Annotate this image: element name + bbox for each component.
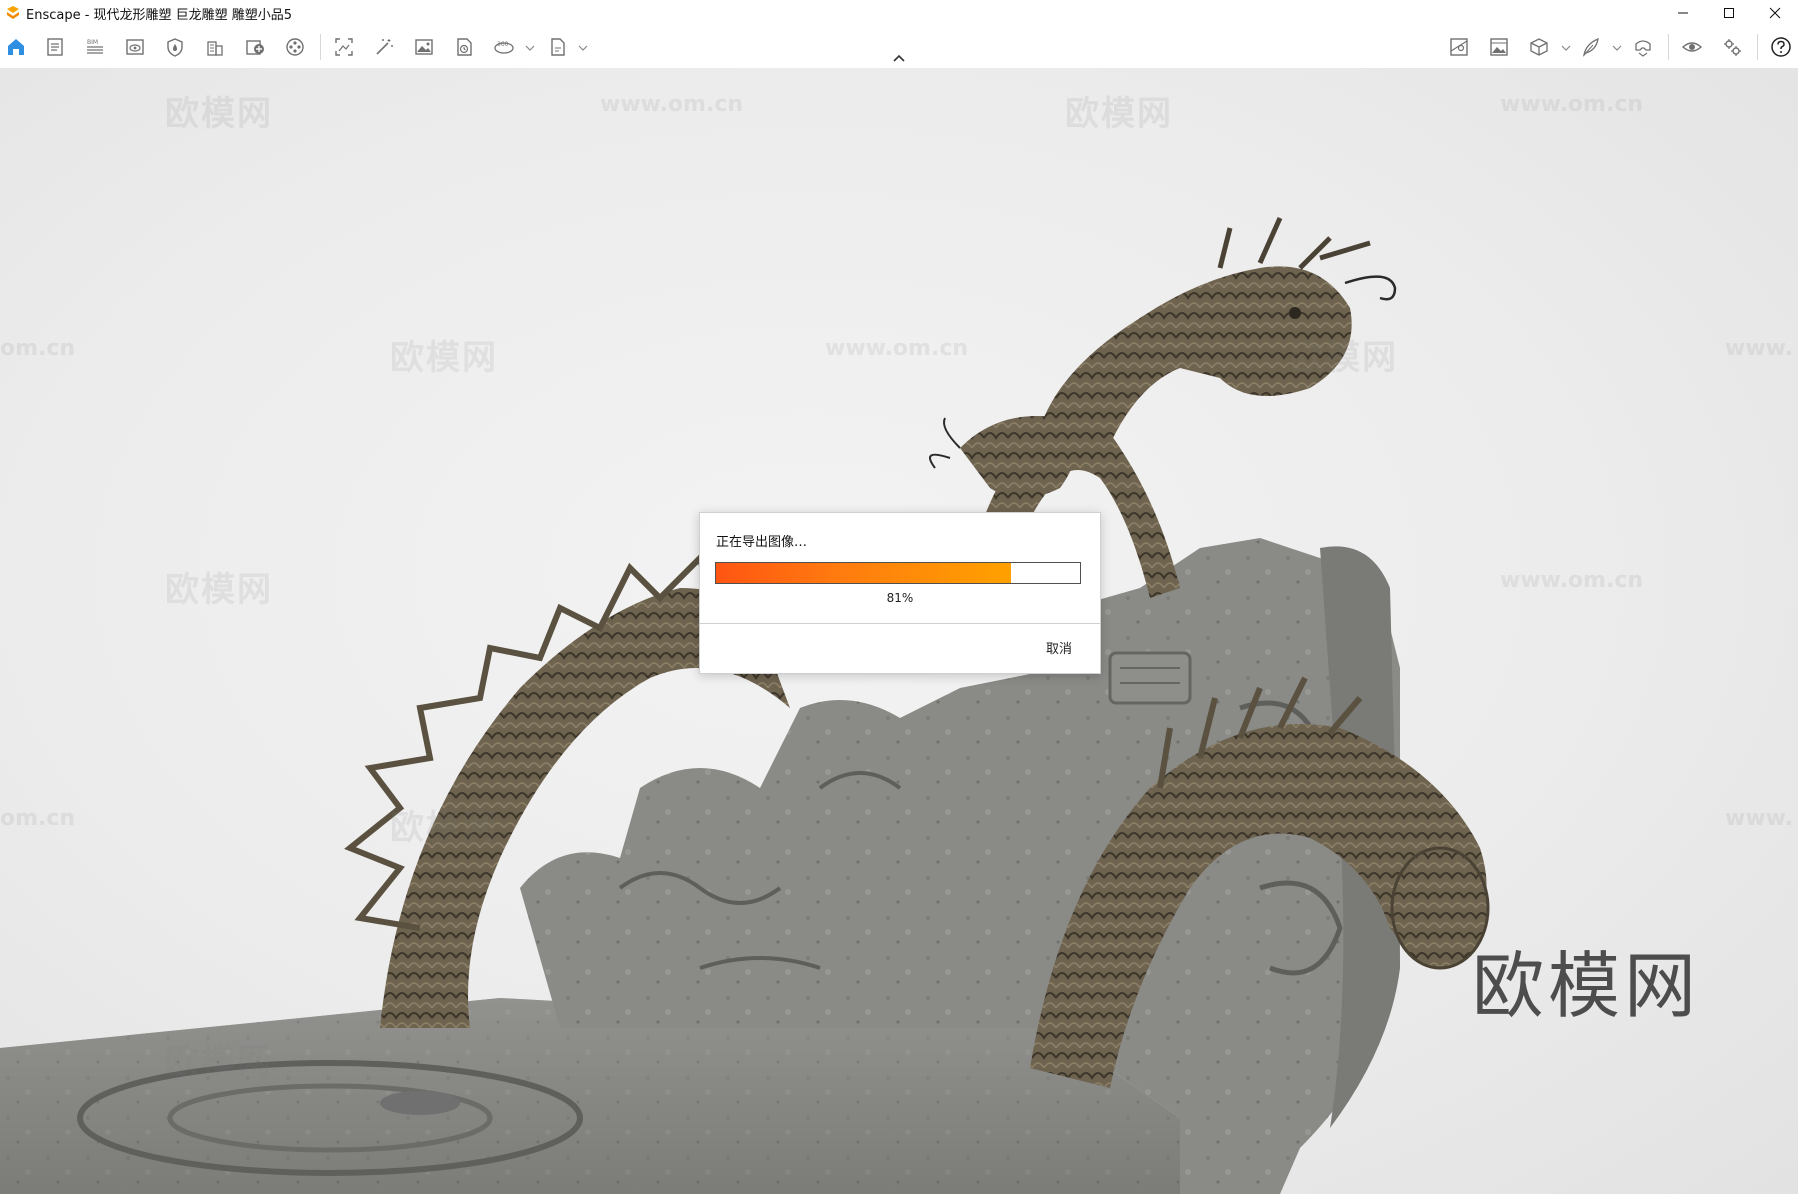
shield-drop-button[interactable] bbox=[162, 35, 188, 59]
home-icon bbox=[8, 39, 24, 55]
progress-fill bbox=[716, 563, 1011, 583]
map-button[interactable] bbox=[1446, 35, 1472, 59]
document-icon bbox=[47, 38, 63, 56]
panorama-dropdown-icon[interactable] bbox=[525, 44, 535, 52]
cube-view-button[interactable] bbox=[1526, 35, 1552, 59]
dialog-title: 正在导出图像… bbox=[716, 535, 808, 550]
view-eye-button[interactable] bbox=[122, 35, 148, 59]
title-bar: Enscape - 现代龙形雕塑 巨龙雕塑 雕塑小品5 bbox=[0, 0, 1798, 26]
bim-button[interactable]: BIM bbox=[82, 35, 108, 59]
building-button[interactable] bbox=[202, 35, 228, 59]
svg-text:BIM: BIM bbox=[87, 39, 98, 46]
enscape-logo-icon bbox=[7, 6, 19, 19]
document-button[interactable] bbox=[42, 35, 68, 59]
cube-dropdown-icon[interactable] bbox=[1561, 44, 1571, 52]
watermark-logo-large: 欧模网 bbox=[1472, 944, 1701, 1028]
panorama-360-button[interactable]: 360 bbox=[491, 35, 517, 59]
view-eye-icon bbox=[126, 39, 144, 55]
maximize-button[interactable] bbox=[1706, 0, 1752, 26]
toolbar-separator bbox=[1668, 34, 1669, 60]
toolbar-separator bbox=[1757, 34, 1758, 60]
batch-render-button[interactable] bbox=[451, 35, 477, 59]
home-button[interactable] bbox=[3, 35, 29, 59]
vr-headset-icon bbox=[1635, 40, 1651, 57]
close-button[interactable] bbox=[1752, 0, 1798, 26]
close-icon bbox=[1769, 7, 1781, 19]
toolbar-separator bbox=[320, 34, 321, 60]
feather-dropdown-icon[interactable] bbox=[1612, 44, 1622, 52]
cancel-button[interactable]: 取消 bbox=[1046, 638, 1072, 657]
minimize-button[interactable] bbox=[1660, 0, 1706, 26]
feather-icon bbox=[1582, 37, 1599, 57]
image-button[interactable] bbox=[411, 35, 437, 59]
help-icon bbox=[1771, 37, 1791, 57]
settings-button[interactable] bbox=[1719, 35, 1745, 59]
window-title: Enscape - 现代龙形雕塑 巨龙雕塑 雕塑小品5 bbox=[26, 7, 293, 23]
bim-icon: BIM bbox=[87, 39, 103, 54]
export-progress-dialog: 正在导出图像… 81% 取消 bbox=[699, 512, 1101, 674]
vr-headset-button[interactable] bbox=[1630, 35, 1656, 59]
progress-percentage: 81% bbox=[886, 591, 914, 605]
building-icon bbox=[207, 41, 223, 56]
video-reel-icon bbox=[286, 38, 304, 56]
svg-text:360: 360 bbox=[497, 41, 509, 48]
video-reel-button[interactable] bbox=[282, 35, 308, 59]
panorama-360-icon: 360 bbox=[494, 41, 514, 54]
settings-icon bbox=[1724, 39, 1741, 56]
export-dropdown-icon[interactable] bbox=[578, 44, 588, 52]
asset-library-button[interactable] bbox=[242, 35, 268, 59]
image-gallery-icon bbox=[1490, 38, 1508, 56]
screenshot-icon bbox=[335, 38, 353, 56]
image-gallery-button[interactable] bbox=[1486, 35, 1512, 59]
image-icon bbox=[415, 39, 433, 55]
screenshot-button[interactable] bbox=[331, 35, 357, 59]
cube-view-icon bbox=[1530, 38, 1548, 56]
shield-drop-icon bbox=[167, 38, 183, 57]
magic-wand-icon bbox=[376, 39, 393, 55]
map-icon bbox=[1450, 38, 1468, 56]
asset-library-icon bbox=[246, 40, 264, 55]
dialog-divider bbox=[700, 623, 1100, 624]
export-file-button[interactable] bbox=[545, 35, 571, 59]
eye-button[interactable] bbox=[1679, 35, 1705, 59]
minimize-icon bbox=[1678, 12, 1688, 14]
magic-wand-button[interactable] bbox=[371, 35, 397, 59]
window-controls bbox=[1660, 0, 1798, 26]
help-button[interactable] bbox=[1768, 35, 1794, 59]
export-file-icon bbox=[551, 38, 565, 56]
batch-render-icon bbox=[457, 38, 472, 56]
eye-icon bbox=[1681, 42, 1703, 52]
maximize-icon bbox=[1724, 8, 1734, 18]
feather-button[interactable] bbox=[1578, 35, 1604, 59]
export-progress-bar bbox=[715, 562, 1081, 584]
collapse-toolbar-chevron-icon[interactable] bbox=[890, 52, 908, 64]
